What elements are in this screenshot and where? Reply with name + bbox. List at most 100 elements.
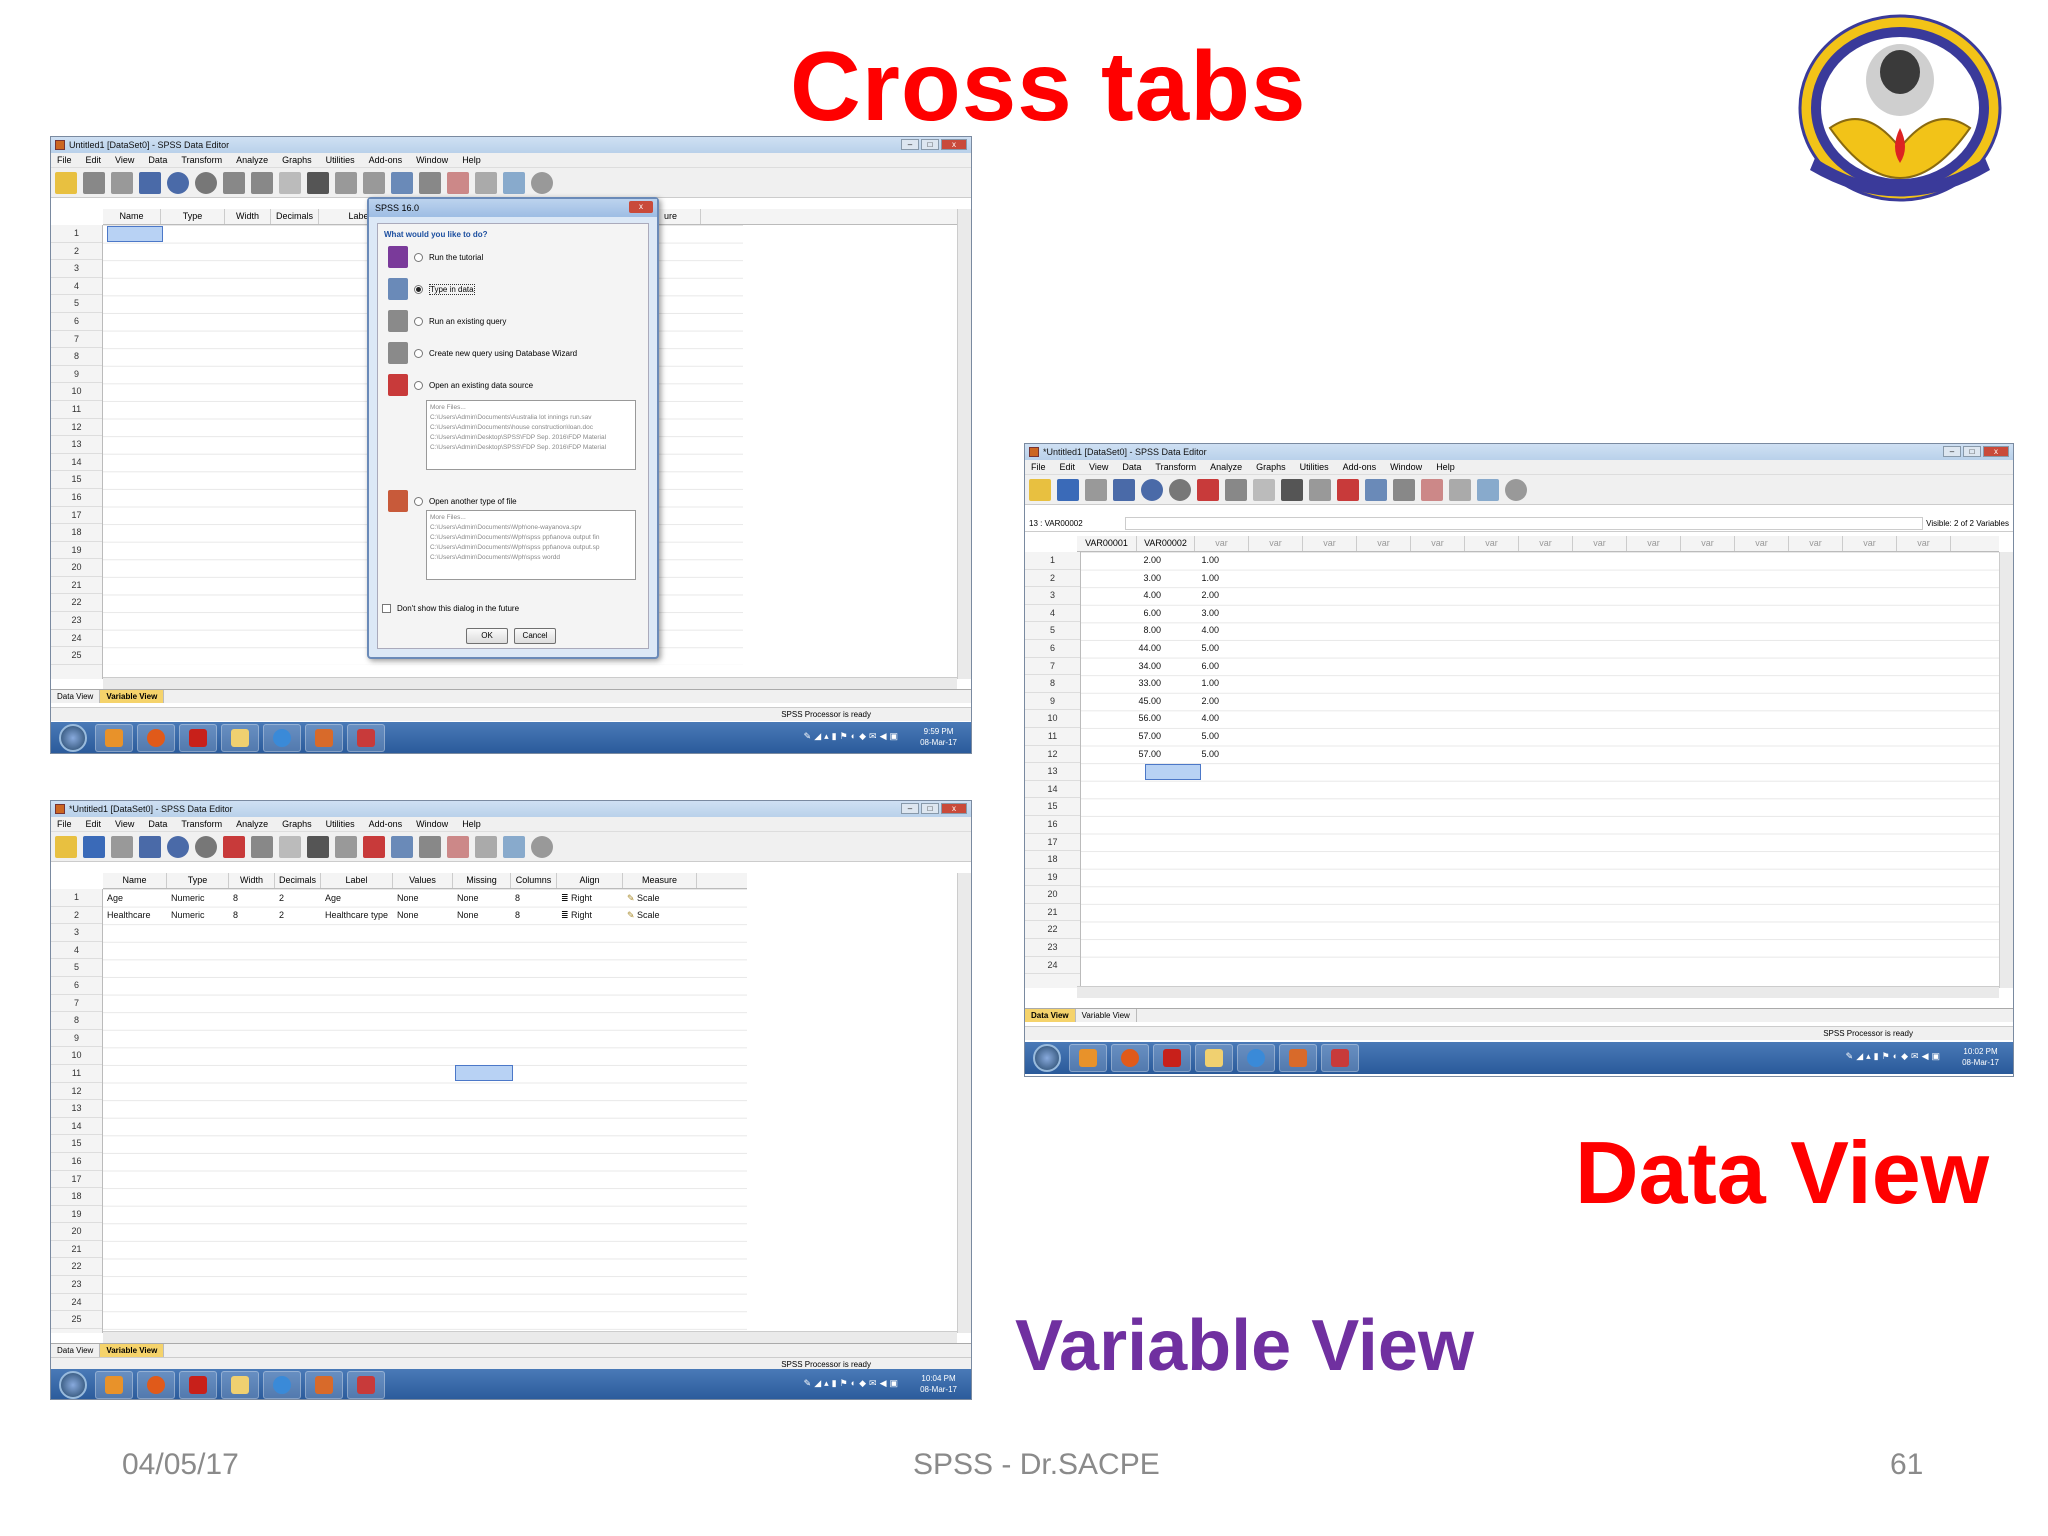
- row-number[interactable]: 12: [51, 1083, 102, 1101]
- row-number[interactable]: 6: [51, 313, 102, 331]
- menu-utilities[interactable]: Utilities: [1300, 462, 1329, 472]
- variables-icon[interactable]: [279, 835, 301, 858]
- horizontal-scrollbar[interactable]: [1077, 986, 1999, 998]
- menu-file[interactable]: File: [57, 155, 72, 165]
- column-header[interactable]: var: [1735, 536, 1789, 551]
- column-header[interactable]: var: [1357, 536, 1411, 551]
- weight-cases-icon[interactable]: [419, 171, 441, 194]
- use-sets-icon[interactable]: [503, 171, 525, 194]
- minimize-button[interactable]: –: [901, 803, 919, 814]
- tab-variable-view[interactable]: Variable View: [100, 690, 165, 703]
- var-width[interactable]: 8: [233, 893, 238, 903]
- var-decimals[interactable]: 2: [279, 893, 284, 903]
- selected-cell[interactable]: [455, 1065, 513, 1081]
- row-number[interactable]: 22: [51, 594, 102, 613]
- taskbar-acrobat[interactable]: [179, 724, 217, 752]
- taskbar-clock[interactable]: 9:59 PM 08-Mar-17: [920, 726, 957, 748]
- column-header[interactable]: var: [1897, 536, 1951, 551]
- row-number[interactable]: 17: [51, 1171, 102, 1189]
- row-number[interactable]: 6: [51, 977, 102, 995]
- menu-window[interactable]: Window: [416, 155, 448, 165]
- taskbar-ie[interactable]: [263, 1371, 301, 1399]
- selected-cell[interactable]: [107, 226, 163, 242]
- taskbar-firefox[interactable]: [1111, 1044, 1149, 1072]
- menu-help[interactable]: Help: [462, 819, 481, 829]
- vertical-scrollbar[interactable]: [1999, 552, 2013, 988]
- menu-transform[interactable]: Transform: [181, 155, 222, 165]
- menu-graphs[interactable]: Graphs: [1256, 462, 1286, 472]
- minimize-button[interactable]: –: [901, 139, 919, 150]
- menu-graphs[interactable]: Graphs: [282, 155, 312, 165]
- var-values[interactable]: None: [397, 893, 419, 903]
- column-header[interactable]: var: [1789, 536, 1843, 551]
- tab-variable-view[interactable]: Variable View: [100, 1344, 165, 1357]
- row-number[interactable]: 6: [1025, 640, 1080, 658]
- dialog-close-button[interactable]: x: [629, 201, 653, 213]
- row-number[interactable]: 10: [1025, 710, 1080, 728]
- row-number[interactable]: 12: [51, 419, 102, 437]
- weight-cases-icon[interactable]: [419, 835, 441, 858]
- cell-var00001[interactable]: 56.00: [1121, 713, 1161, 723]
- menu-analyze[interactable]: Analyze: [1210, 462, 1242, 472]
- system-tray-icons[interactable]: ✎◢▴▮⚑◐◆✉◀▣: [804, 731, 901, 742]
- column-header[interactable]: var: [1465, 536, 1519, 551]
- var-columns[interactable]: 8: [515, 910, 520, 920]
- row-number[interactable]: 18: [51, 524, 102, 542]
- goto-variable-icon[interactable]: [251, 835, 273, 858]
- row-number[interactable]: 16: [1025, 816, 1080, 834]
- taskbar-powerpoint[interactable]: [1279, 1044, 1317, 1072]
- menu-help[interactable]: Help: [1436, 462, 1455, 472]
- print-icon[interactable]: [111, 171, 133, 194]
- file-item[interactable]: C:\Users\Admin\Desktop\SPSS\FDP Sep. 201…: [430, 443, 632, 453]
- taskbar-powerpoint[interactable]: [305, 724, 343, 752]
- menu-view[interactable]: View: [115, 819, 134, 829]
- menu-addons[interactable]: Add-ons: [369, 155, 403, 165]
- select-cases-icon[interactable]: [447, 171, 469, 194]
- insert-cases-icon[interactable]: [1309, 478, 1331, 501]
- row-number[interactable]: 19: [1025, 869, 1080, 887]
- taskbar-explorer[interactable]: [1195, 1044, 1233, 1072]
- row-number[interactable]: 3: [51, 924, 102, 942]
- print-icon[interactable]: [1085, 478, 1107, 501]
- taskbar-ie[interactable]: [263, 724, 301, 752]
- redo-icon[interactable]: [1169, 478, 1191, 501]
- undo-icon[interactable]: [1141, 478, 1163, 501]
- taskbar-firefox[interactable]: [137, 724, 175, 752]
- value-labels-icon[interactable]: [475, 835, 497, 858]
- close-button[interactable]: x: [941, 803, 967, 814]
- save-icon[interactable]: [83, 835, 105, 858]
- radio-open-other-file[interactable]: [414, 496, 423, 506]
- insert-variable-icon[interactable]: [363, 835, 385, 858]
- cell-var00001[interactable]: 8.00: [1121, 625, 1161, 635]
- open-folder-icon[interactable]: [55, 835, 77, 858]
- insert-cases-icon[interactable]: [335, 835, 357, 858]
- open-folder-icon[interactable]: [55, 171, 77, 194]
- var-label[interactable]: Healthcare type: [325, 910, 388, 920]
- row-number[interactable]: 18: [51, 1188, 102, 1206]
- menu-data[interactable]: Data: [1122, 462, 1141, 472]
- file-item[interactable]: C:\Users\Admin\Documents\Wph\spss wordd: [430, 553, 632, 563]
- taskbar-powerpoint[interactable]: [305, 1371, 343, 1399]
- column-header[interactable]: VAR00001: [1077, 536, 1137, 551]
- option-open-other-file[interactable]: Open another type of file: [388, 490, 517, 512]
- value-labels-icon[interactable]: [1449, 478, 1471, 501]
- menu-data[interactable]: Data: [148, 155, 167, 165]
- taskbar-acrobat[interactable]: [179, 1371, 217, 1399]
- column-header[interactable]: var: [1519, 536, 1573, 551]
- row-number[interactable]: 20: [51, 559, 102, 577]
- cell-var00001[interactable]: 3.00: [1121, 573, 1161, 583]
- taskbar-clock[interactable]: 10:02 PM 08-Mar-17: [1962, 1046, 1999, 1068]
- var-missing[interactable]: None: [457, 910, 479, 920]
- column-header[interactable]: var: [1411, 536, 1465, 551]
- option-type-in-data[interactable]: Type in data: [388, 278, 475, 300]
- cell-var00002[interactable]: 1.00: [1179, 678, 1219, 688]
- radio-run-tutorial[interactable]: [414, 252, 423, 262]
- print-icon[interactable]: [111, 835, 133, 858]
- row-number[interactable]: 2: [51, 907, 102, 925]
- use-sets-icon[interactable]: [503, 835, 525, 858]
- taskbar-firefox[interactable]: [137, 1371, 175, 1399]
- row-number[interactable]: 15: [1025, 798, 1080, 816]
- column-header[interactable]: Width: [225, 209, 271, 224]
- menu-transform[interactable]: Transform: [181, 819, 222, 829]
- row-number[interactable]: 21: [1025, 904, 1080, 922]
